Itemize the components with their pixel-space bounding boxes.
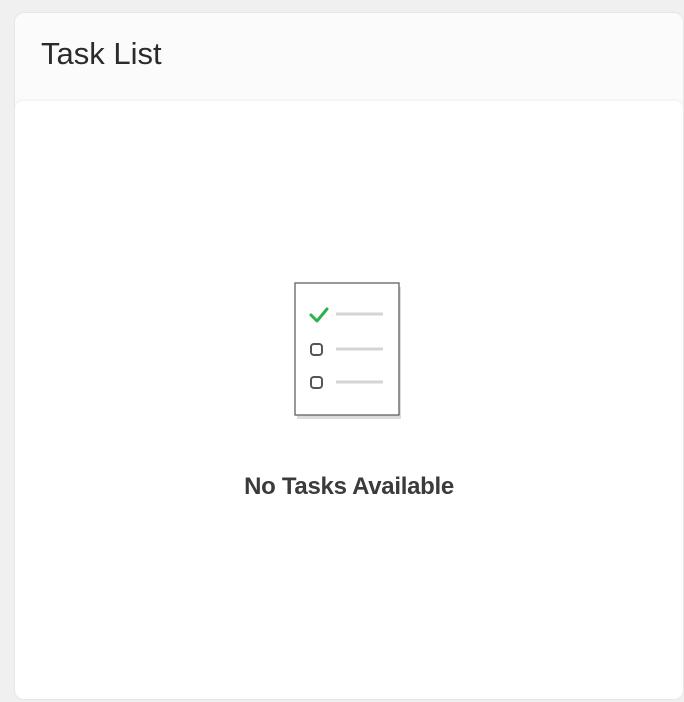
checklist-icon <box>294 282 401 419</box>
empty-state: No Tasks Available <box>15 281 683 501</box>
empty-state-message: No Tasks Available <box>244 473 454 500</box>
task-list-card: Task List No Tasks Available <box>14 12 684 700</box>
card-body: No Tasks Available <box>15 101 683 699</box>
card-title: Task List <box>41 36 162 71</box>
card-header: Task List <box>15 13 683 101</box>
